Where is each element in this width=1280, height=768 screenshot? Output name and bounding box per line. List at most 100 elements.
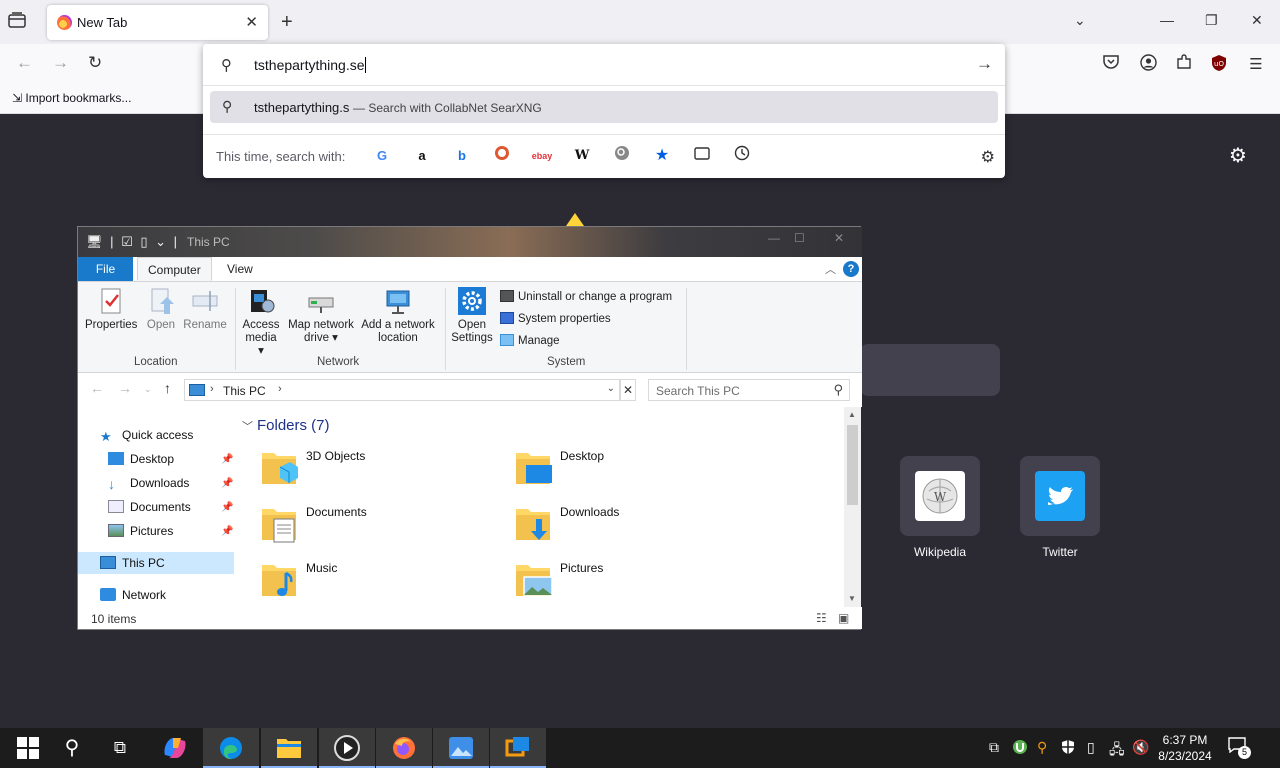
open-button[interactable]: Open — [144, 286, 178, 332]
notification-center-icon[interactable]: 5 — [1228, 737, 1251, 759]
reload-button[interactable]: ↻ — [88, 53, 102, 73]
explorer-maximize-button[interactable]: ☐ — [794, 231, 805, 245]
pin-icon[interactable]: 📌 — [221, 478, 233, 489]
urlbar-input-row[interactable]: ⚲ tsthepartything.se → — [203, 44, 1005, 86]
address-bar[interactable]: › This PC › ⌄ — [184, 379, 620, 401]
explorer-back-button[interactable]: ← — [90, 380, 104, 396]
nav-this-pc[interactable]: This PC — [78, 552, 234, 574]
volume-muted-icon[interactable]: 🔇 — [1132, 739, 1149, 756]
folder-music[interactable]: Music — [260, 559, 510, 605]
ublock-origin-icon[interactable]: uO — [1208, 54, 1230, 76]
pin-icon[interactable]: 📌 — [221, 502, 233, 513]
ebay-icon[interactable]: ebay — [531, 145, 553, 167]
close-tab-icon[interactable]: ✕ — [245, 13, 258, 31]
folders-group-header[interactable]: ﹀ Folders (7) — [242, 417, 330, 434]
access-media-button[interactable]: Access media ▾ — [241, 286, 281, 358]
media-player-icon[interactable] — [319, 728, 375, 768]
list-all-tabs-icon[interactable]: ⌄ — [1074, 12, 1086, 29]
firefox-taskbar-icon[interactable] — [376, 728, 432, 768]
tabs-icon[interactable] — [691, 145, 713, 167]
scroll-down-icon[interactable]: ▼ — [848, 594, 856, 603]
nav-quick-access[interactable]: ★ Quick access — [100, 424, 193, 446]
nav-pictures[interactable]: Pictures — [108, 520, 173, 542]
extensions-icon[interactable] — [1173, 54, 1195, 76]
scroll-up-icon[interactable]: ▲ — [848, 410, 856, 419]
breadcrumb-this-pc[interactable]: This PC — [223, 384, 266, 398]
menu-icon[interactable]: ☰ — [1245, 54, 1267, 76]
security-shield-icon[interactable] — [1061, 739, 1075, 758]
back-button[interactable]: ← — [16, 53, 33, 73]
help-icon[interactable]: ? — [843, 261, 859, 277]
searxng-icon[interactable] — [611, 145, 633, 167]
restore-button[interactable]: ❐ — [1205, 12, 1218, 29]
explorer-close-button[interactable]: ✕ — [834, 231, 844, 245]
recent-locations-button[interactable]: ⌄ — [144, 384, 152, 395]
account-icon[interactable] — [1137, 54, 1159, 76]
window-snap-icon[interactable]: ⧉ — [989, 739, 999, 756]
quick-access-toolbar[interactable]: 🖥 | ☑ ▯ ⌄ | — [86, 234, 179, 250]
nav-desktop[interactable]: Desktop — [108, 448, 174, 470]
copilot-icon[interactable] — [147, 728, 203, 768]
search-settings-icon[interactable]: ⚙ — [981, 147, 995, 167]
properties-button[interactable]: Properties — [85, 286, 137, 332]
system-clock[interactable]: 6:37 PM 8/23/2024 — [1154, 732, 1216, 764]
network-tray-icon[interactable]: 🖧 — [1109, 739, 1125, 763]
amazon-icon[interactable]: a — [411, 145, 433, 167]
google-icon[interactable]: G — [371, 145, 393, 167]
clear-address-button[interactable]: ✕ — [620, 379, 636, 401]
explorer-minimize-button[interactable]: — — [768, 231, 780, 245]
tab-view[interactable]: View — [217, 257, 263, 281]
edge-icon[interactable] — [203, 728, 259, 768]
tab-computer[interactable]: Computer — [137, 257, 212, 281]
rename-button[interactable]: Rename — [183, 286, 227, 332]
file-explorer-icon[interactable] — [261, 728, 317, 768]
newtab-settings-icon[interactable]: ⚙ — [1229, 143, 1247, 168]
minimize-button[interactable]: — — [1160, 12, 1174, 28]
newtab-search-box[interactable] — [860, 344, 1000, 396]
search-tool-icon[interactable]: ⚲ — [1037, 739, 1047, 756]
new-tab-button[interactable]: + — [281, 11, 293, 34]
nav-network[interactable]: Network — [100, 584, 166, 606]
shortcut-wikipedia[interactable]: W — [900, 456, 980, 536]
pin-icon[interactable]: 📌 — [221, 454, 233, 465]
chevron-down-icon[interactable]: ⌄ — [607, 383, 615, 394]
shortcut-twitter[interactable] — [1020, 456, 1100, 536]
import-bookmarks-link[interactable]: ⇲ Import bookmarks... — [12, 91, 131, 105]
chevron-right-icon[interactable]: › — [278, 383, 282, 395]
nav-documents[interactable]: Documents — [108, 496, 191, 518]
folder-downloads[interactable]: Downloads — [514, 503, 764, 549]
add-network-location-button[interactable]: Add a network location — [359, 286, 437, 345]
system-properties-button[interactable]: System properties — [500, 312, 611, 325]
open-settings-button[interactable]: Open Settings — [451, 286, 493, 345]
forward-button[interactable]: → — [52, 53, 69, 73]
urlbar-input[interactable]: tsthepartything.se — [254, 57, 366, 73]
pocket-icon[interactable] — [1100, 54, 1122, 76]
bing-icon[interactable]: b — [451, 145, 473, 167]
folder-pictures[interactable]: Pictures — [514, 559, 764, 605]
photos-icon[interactable] — [433, 728, 489, 768]
explorer-search-input[interactable]: Search This PC ⚲ — [648, 379, 850, 401]
map-network-drive-button[interactable]: Map network drive ▾ — [285, 286, 357, 345]
details-view-icon[interactable]: ☷ — [816, 611, 827, 625]
search-suggestion[interactable]: ⚲ tsthepartything.s — Search with Collab… — [210, 91, 998, 123]
nav-downloads[interactable]: ↓ Downloads — [108, 472, 189, 494]
pin-icon[interactable]: 📌 — [221, 526, 233, 537]
folder-desktop[interactable]: Desktop — [514, 447, 764, 493]
content-scrollbar[interactable]: ▲ ▼ — [844, 407, 861, 607]
wikipedia-search-icon[interactable]: W — [571, 145, 593, 167]
utorrent-icon[interactable] — [1012, 739, 1028, 758]
go-arrow-icon[interactable]: → — [976, 54, 993, 74]
close-window-button[interactable]: ✕ — [1251, 12, 1263, 29]
manage-button[interactable]: Manage — [500, 334, 560, 347]
chevron-down-icon[interactable]: ﹀ — [242, 421, 253, 433]
usb-icon[interactable]: ▯ — [1087, 739, 1095, 756]
chevron-right-icon[interactable]: › — [210, 383, 214, 395]
tab-list-icon[interactable] — [8, 12, 30, 32]
bookmarks-star-icon[interactable]: ★ — [651, 145, 673, 167]
explorer-forward-button[interactable]: → — [118, 380, 132, 396]
scrollbar-thumb[interactable] — [847, 425, 858, 505]
history-icon[interactable] — [731, 145, 753, 167]
collapse-ribbon-icon[interactable]: ︿ — [825, 261, 836, 277]
task-view-icon[interactable]: ⧉ — [92, 728, 148, 768]
folder-documents[interactable]: Documents — [260, 503, 510, 549]
